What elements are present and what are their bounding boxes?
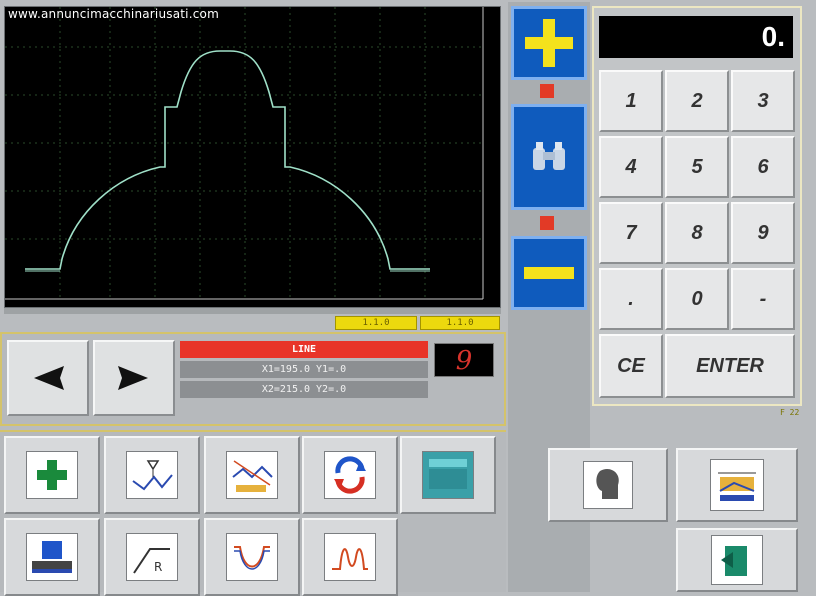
u-profile-icon — [226, 533, 278, 581]
previous-button[interactable] — [7, 340, 89, 416]
refresh-button[interactable] — [302, 436, 398, 514]
key-decimal[interactable]: . — [599, 268, 663, 330]
enter-button[interactable]: ENTER — [665, 334, 795, 398]
minus-icon — [524, 267, 574, 279]
up-indicator — [540, 84, 554, 98]
profile-line — [25, 50, 430, 270]
plus-button[interactable] — [511, 6, 587, 80]
segment-end-coords: X2=215.0 Y2=.0 — [180, 381, 428, 398]
minus-button[interactable] — [511, 236, 587, 310]
tab-right[interactable]: 1.1.0 — [420, 316, 500, 330]
u-profile-button[interactable] — [204, 518, 300, 596]
segment-start-coords: X1=195.0 Y1=.0 — [180, 361, 428, 378]
version-label: F 22 — [780, 408, 800, 417]
arrow-left-icon — [34, 366, 64, 390]
zoom-button[interactable] — [511, 104, 587, 210]
svg-text:R: R — [154, 560, 162, 574]
key-9[interactable]: 9 — [731, 202, 795, 264]
operator-head-icon — [583, 461, 633, 509]
down-indicator — [540, 216, 554, 230]
vertex-profile-icon — [126, 451, 178, 499]
key-4[interactable]: 4 — [599, 136, 663, 198]
next-button[interactable] — [93, 340, 175, 416]
arrow-right-icon — [118, 366, 148, 390]
bend-angle-icon: R — [126, 533, 178, 581]
key-8[interactable]: 8 — [665, 202, 729, 264]
key-0[interactable]: 0 — [665, 268, 729, 330]
hat-profile-icon — [324, 533, 376, 581]
key-minus[interactable]: - — [731, 268, 795, 330]
keypad-display: 0. — [599, 16, 793, 58]
key-6[interactable]: 6 — [731, 136, 795, 198]
tool-station-icon — [26, 533, 78, 581]
screen-view-button[interactable] — [400, 436, 496, 514]
monitor-icon — [422, 451, 474, 499]
key-2[interactable]: 2 — [665, 70, 729, 132]
watermark-text: www.annuncimacchinariusati.com — [8, 7, 219, 21]
tool-station-button[interactable] — [4, 518, 100, 596]
operator-button[interactable] — [548, 448, 668, 522]
segment-type-label: LINE — [180, 341, 428, 358]
measure-profile-button[interactable] — [204, 436, 300, 514]
refresh-cycle-icon — [324, 451, 376, 499]
key-3[interactable]: 3 — [731, 70, 795, 132]
exit-button[interactable] — [676, 528, 798, 592]
hat-profile-button[interactable] — [302, 518, 398, 596]
vertex-edit-button[interactable] — [104, 436, 200, 514]
add-segment-button[interactable] — [4, 436, 100, 514]
exit-door-icon — [711, 535, 763, 585]
tab-left[interactable]: 1.1.0 — [335, 316, 417, 330]
binoculars-icon — [533, 142, 565, 170]
green-cross-icon — [26, 451, 78, 499]
bend-angle-button[interactable]: R — [104, 518, 200, 596]
graph-scrollbar[interactable] — [4, 308, 501, 314]
plus-icon — [525, 19, 573, 67]
grid — [5, 7, 483, 299]
measure-profile-icon — [226, 451, 278, 499]
key-7[interactable]: 7 — [599, 202, 663, 264]
tool-database-button[interactable] — [676, 448, 798, 522]
tool-database-icon — [710, 459, 764, 511]
ce-button[interactable]: CE — [599, 334, 663, 398]
segment-number-display: 9 — [434, 343, 494, 377]
profile-plot — [5, 7, 484, 300]
key-5[interactable]: 5 — [665, 136, 729, 198]
profile-graph[interactable] — [4, 6, 501, 308]
key-1[interactable]: 1 — [599, 70, 663, 132]
